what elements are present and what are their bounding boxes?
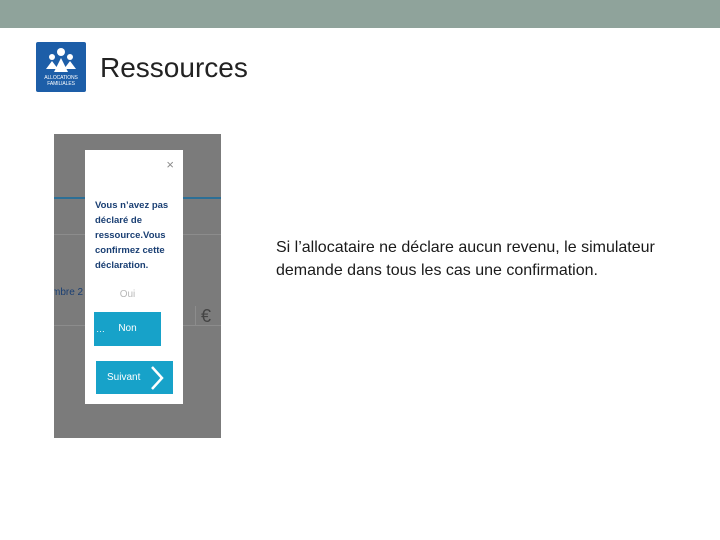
simulator-screenshot: mbre 2 € × Vous n’avez pas déclaré de re…	[54, 134, 221, 438]
option-yes-button[interactable]: Oui	[94, 278, 161, 312]
currency-symbol: €	[195, 306, 216, 326]
family-icon	[46, 48, 76, 72]
close-icon[interactable]: ×	[166, 157, 174, 172]
option-no-prefix: …	[96, 324, 105, 334]
logo-text: ALLOCATIONS FAMILIALES	[44, 75, 78, 87]
option-no-label: Non	[118, 323, 137, 334]
next-button[interactable]: Suivant	[96, 361, 173, 394]
option-yes-label: Oui	[119, 289, 136, 300]
background-month-label: mbre 2	[54, 287, 84, 298]
page-title: Ressources	[100, 52, 248, 83]
next-button-label: Suivant	[107, 372, 141, 383]
chevron-right-icon	[151, 366, 164, 390]
modal-question: Vous n’avez pas déclaré de ressource.Vou…	[95, 200, 169, 271]
caf-logo: ALLOCATIONS FAMILIALES	[36, 42, 86, 92]
caption-text: Si l’allocataire ne déclare aucun revenu…	[276, 239, 655, 279]
confirmation-modal: × Vous n’avez pas déclaré de ressource.V…	[85, 150, 183, 404]
option-no-button[interactable]: … Non	[94, 312, 161, 346]
top-bar	[0, 0, 720, 28]
